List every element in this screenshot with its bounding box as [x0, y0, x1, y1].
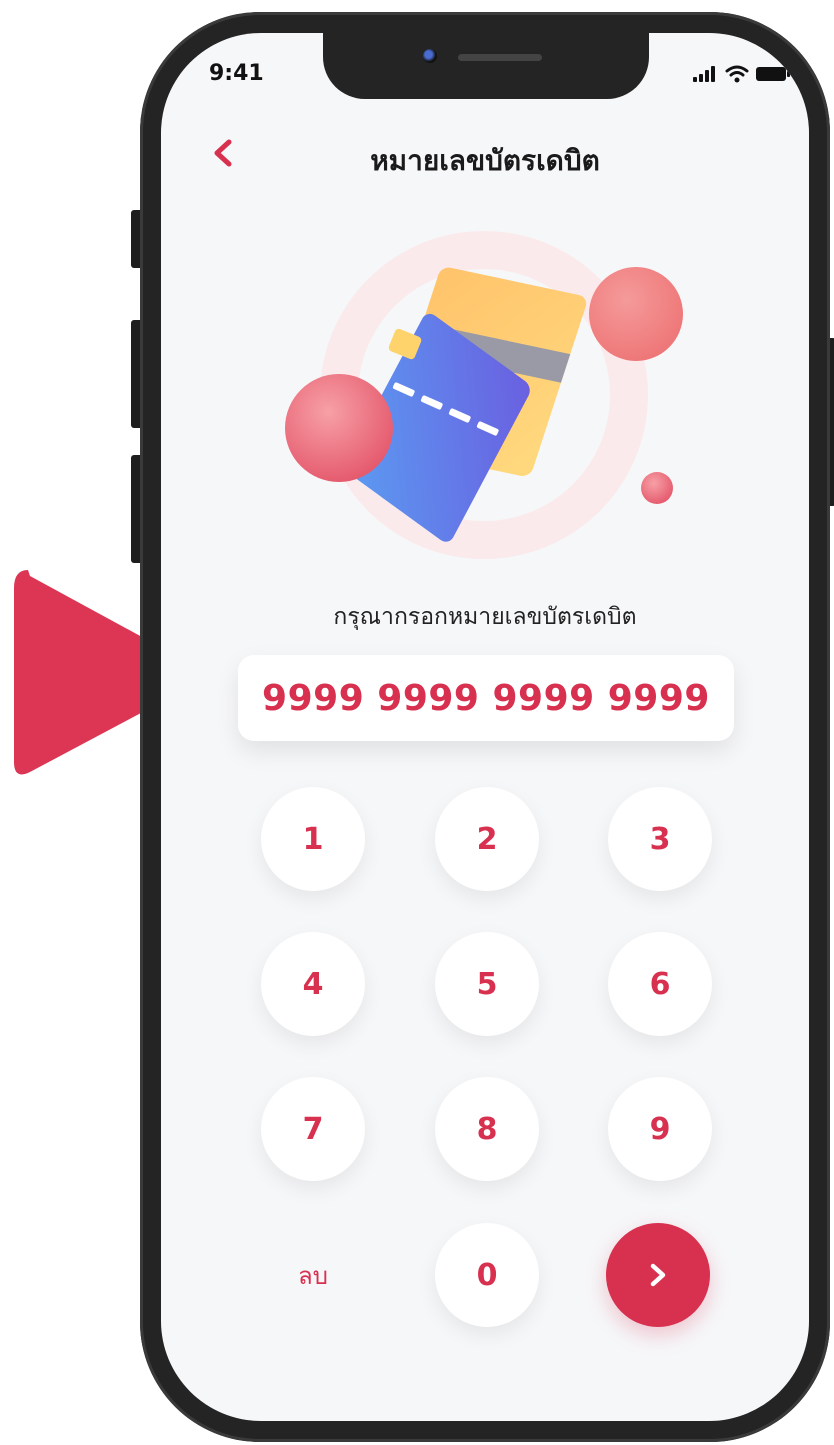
debit-card-illustration — [285, 231, 683, 559]
stage: 9:41 หมายเลขบัตรเดบิต กรุณากรอกหมายเลขบั… — [0, 0, 834, 1445]
wifi-icon — [725, 65, 749, 83]
keypad-key-1[interactable]: 1 — [261, 787, 365, 891]
battery-icon — [756, 67, 790, 81]
keypad-key-8[interactable]: 8 — [435, 1077, 539, 1181]
keypad-key-9[interactable]: 9 — [608, 1077, 712, 1181]
keypad-key-4[interactable]: 4 — [261, 932, 365, 1036]
chevron-right-icon — [650, 1263, 666, 1287]
speaker-grille — [458, 54, 542, 61]
delete-button[interactable]: ลบ — [261, 1223, 365, 1327]
phone-screen: 9:41 หมายเลขบัตรเดบิต กรุณากรอกหมายเลขบั… — [161, 33, 809, 1421]
keypad-key-7[interactable]: 7 — [261, 1077, 365, 1181]
signal-icon — [693, 66, 715, 82]
card-number-input[interactable]: 9999 9999 9999 9999 — [238, 655, 734, 741]
page-title: หมายเลขบัตรเดบิต — [370, 144, 600, 177]
status-icons — [693, 65, 791, 83]
keypad-key-2[interactable]: 2 — [435, 787, 539, 891]
keypad-key-5[interactable]: 5 — [435, 932, 539, 1036]
keypad-key-6[interactable]: 6 — [608, 932, 712, 1036]
phone-frame: 9:41 หมายเลขบัตรเดบิต กรุณากรอกหมายเลขบั… — [140, 12, 830, 1442]
status-time: 9:41 — [209, 61, 264, 86]
notch — [323, 33, 649, 99]
card-number-prompt: กรุณากรอกหมายเลขบัตรเดบิต — [333, 604, 637, 630]
keypad-key-0[interactable]: 0 — [435, 1223, 539, 1327]
camera-icon — [423, 49, 437, 63]
next-button[interactable] — [606, 1223, 710, 1327]
keypad-key-3[interactable]: 3 — [608, 787, 712, 891]
